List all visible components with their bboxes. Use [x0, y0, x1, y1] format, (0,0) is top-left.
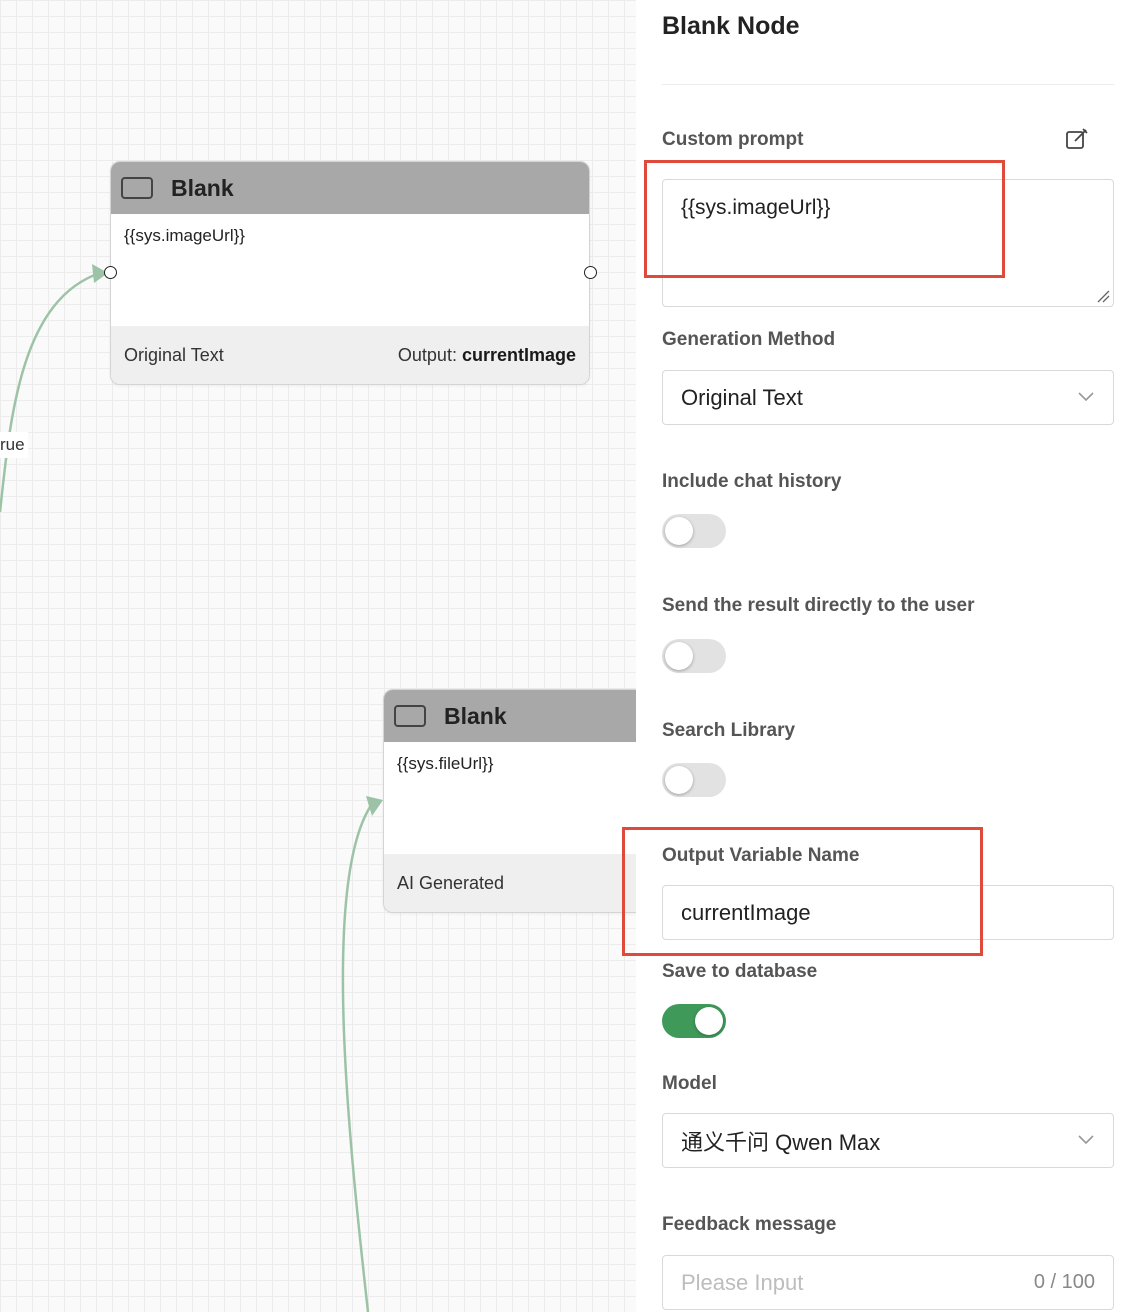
panel-title: Blank Node	[662, 12, 800, 40]
node-settings-panel: Blank Node Custom prompt {{sys.imageUrl}…	[636, 0, 1140, 1312]
toggle-knob	[665, 766, 693, 794]
chevron-down-icon	[1078, 1135, 1094, 1145]
save-to-database-label: Save to database	[662, 961, 818, 982]
search-library-label: Search Library	[662, 720, 796, 741]
node-box-icon	[394, 705, 426, 727]
divider	[662, 84, 1114, 85]
include-chat-history-label: Include chat history	[662, 471, 842, 492]
edge-to-node-2	[341, 803, 374, 1312]
feedback-label: Feedback message	[662, 1214, 837, 1235]
node-method: Original Text	[124, 344, 224, 365]
send-result-toggle[interactable]	[662, 639, 726, 673]
node-body: {{sys.imageUrl}}	[124, 226, 245, 245]
node-output-value: currentImage	[461, 344, 576, 365]
node-header: Blank	[111, 162, 589, 214]
edit-icon[interactable]	[1064, 126, 1090, 152]
search-library-toggle[interactable]	[662, 763, 726, 797]
model-label: Model	[662, 1073, 717, 1094]
generation-method-value: Original Text	[681, 384, 803, 410]
output-variable-input[interactable]: currentImage	[662, 885, 1114, 940]
output-variable-value: currentImage	[681, 899, 811, 925]
custom-prompt-textarea[interactable]: {{sys.imageUrl}}	[662, 179, 1114, 307]
save-to-database-toggle[interactable]	[662, 1004, 726, 1038]
feedback-placeholder: Please Input	[681, 1269, 804, 1295]
edge-arrow-2	[366, 796, 383, 816]
toggle-knob	[695, 1007, 723, 1035]
feedback-counter: 0 / 100	[1033, 1271, 1095, 1293]
node-output-prefix: Output:	[397, 344, 462, 365]
custom-prompt-label: Custom prompt	[662, 129, 804, 150]
chevron-down-icon	[1078, 392, 1094, 402]
include-chat-history-toggle[interactable]	[662, 514, 726, 548]
feedback-input[interactable]: Please Input 0 / 100	[662, 1255, 1114, 1310]
toggle-knob	[665, 642, 693, 670]
custom-prompt-value: {{sys.imageUrl}}	[681, 196, 831, 219]
generation-method-label: Generation Method	[662, 329, 836, 350]
output-variable-label: Output Variable Name	[662, 845, 860, 866]
model-select[interactable]: 通义千问 Qwen Max	[662, 1113, 1114, 1168]
output-handle[interactable]	[584, 266, 597, 279]
generation-method-select[interactable]: Original Text	[662, 370, 1114, 425]
toggle-knob	[665, 517, 693, 545]
edge-label: rue	[0, 432, 28, 458]
node-title: Blank	[171, 174, 234, 201]
model-value: 通义千问 Qwen Max	[681, 1129, 881, 1155]
node-method: AI Generated	[397, 872, 505, 893]
resize-grip-icon[interactable]	[1096, 289, 1110, 303]
node-footer: Original Text Output: currentImage	[111, 326, 589, 384]
input-handle[interactable]	[104, 266, 117, 279]
edge-to-node-1	[0, 271, 101, 513]
node-box-icon	[121, 177, 153, 199]
blank-node-1[interactable]: Blank {{sys.imageUrl}} Original Text Out…	[110, 161, 590, 385]
node-title: Blank	[444, 702, 507, 729]
send-result-label: Send the result directly to the user	[662, 595, 975, 616]
node-output: Output: currentImage	[398, 345, 576, 366]
